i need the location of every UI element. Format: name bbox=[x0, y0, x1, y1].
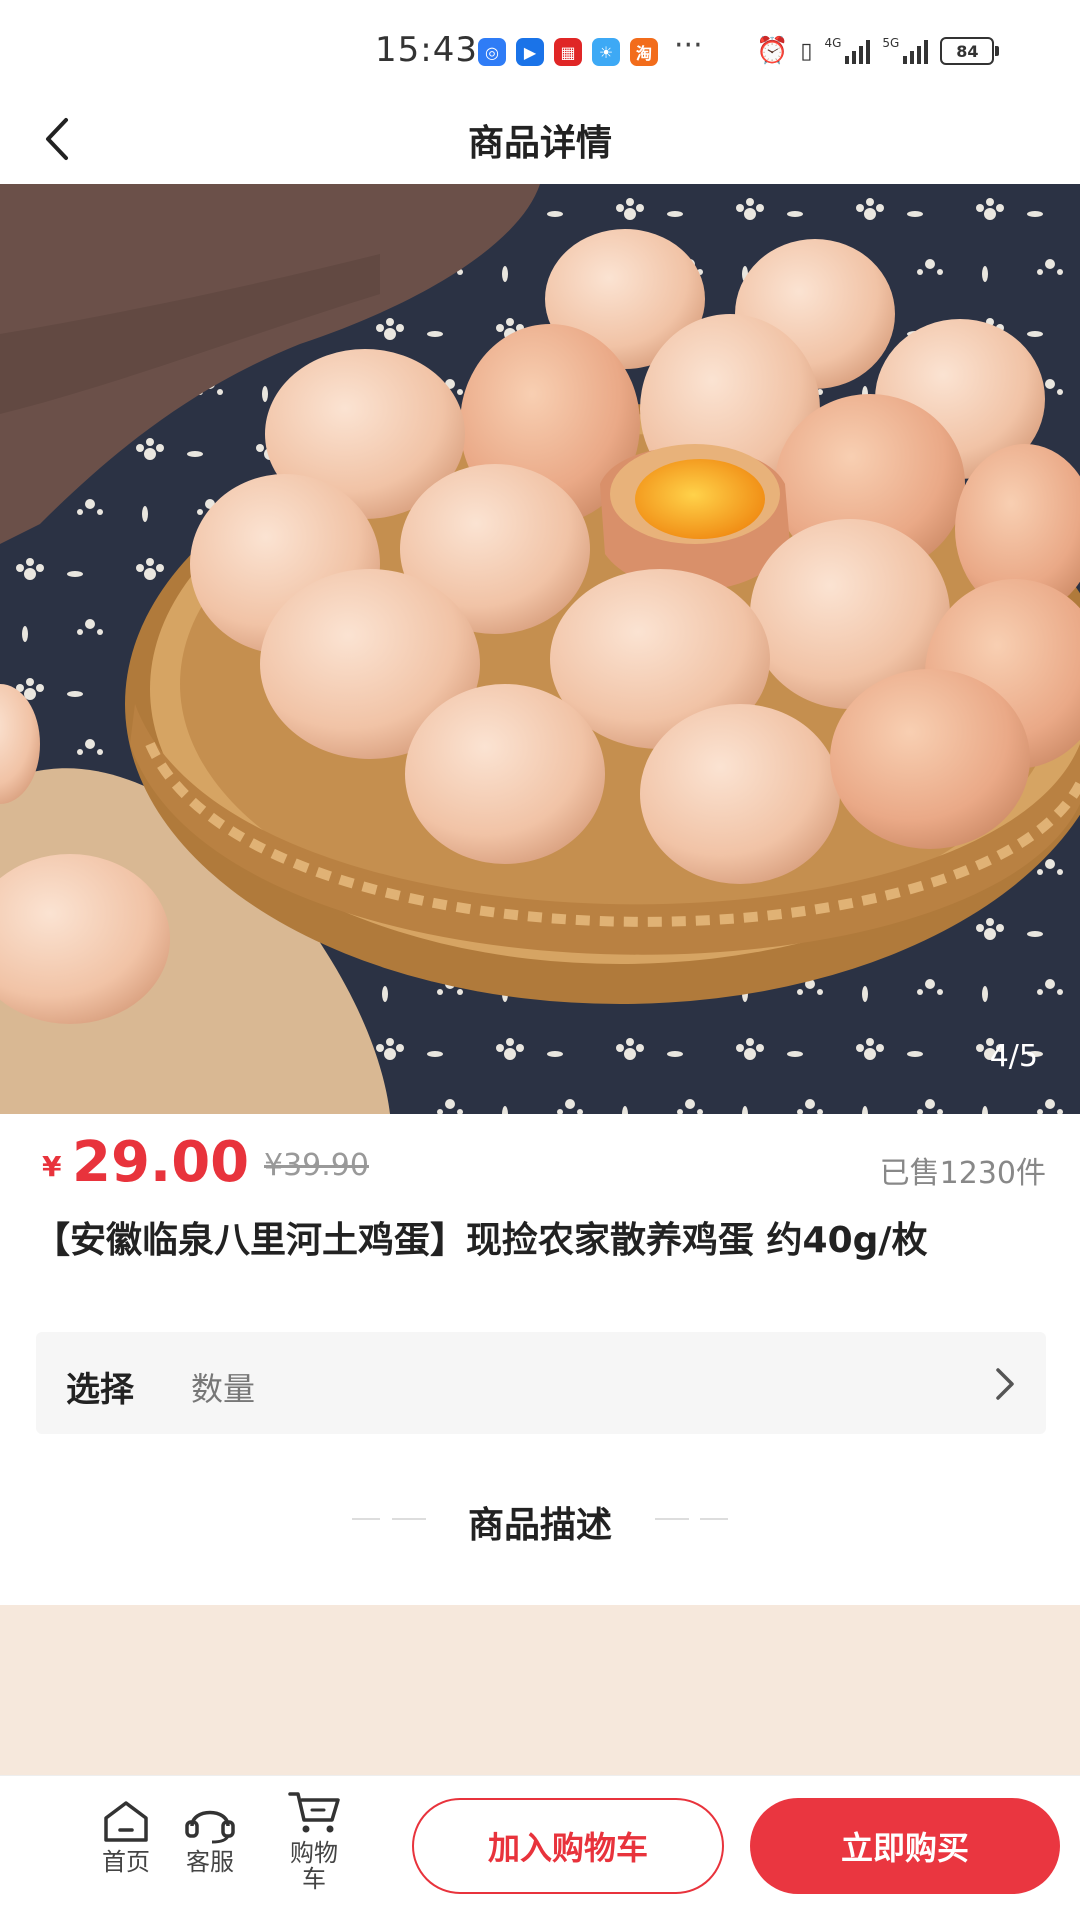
description-title: 商品描述 bbox=[467, 1505, 612, 1546]
navigation-bar: 商品详情 bbox=[0, 100, 1080, 184]
shopping-cart-icon bbox=[288, 1792, 340, 1833]
home-icon bbox=[104, 1801, 148, 1842]
app-notification-icon: ▶ bbox=[516, 38, 544, 66]
currency-symbol: ¥ bbox=[42, 1150, 62, 1183]
alarm-icon: ⏰ bbox=[756, 36, 789, 66]
buy-now-button[interactable]: 立即购买 bbox=[750, 1798, 1060, 1894]
original-price: ¥39.90 bbox=[264, 1148, 369, 1183]
current-price: 29.00 bbox=[72, 1130, 250, 1195]
sold-count: 已售1230件 bbox=[879, 1156, 1046, 1191]
image-counter: 4/5 bbox=[989, 1039, 1038, 1074]
divider bbox=[655, 1518, 689, 1520]
signal-icon bbox=[903, 38, 929, 64]
add-to-cart-button[interactable]: 加入购物车 bbox=[412, 1798, 724, 1894]
tab-service-label: 客服 bbox=[186, 1848, 234, 1876]
vibrate-icon: ▯ bbox=[800, 38, 813, 64]
tab-cart[interactable]: 购物车 bbox=[282, 1788, 346, 1892]
battery-icon: 84 bbox=[940, 37, 1000, 65]
tab-customer-service[interactable]: 客服 bbox=[180, 1798, 240, 1876]
select-value: 数量 bbox=[191, 1370, 256, 1408]
more-notifications-icon: ··· bbox=[674, 28, 703, 63]
divider bbox=[352, 1518, 380, 1520]
status-bar: 15:43 ◎ ▶ ▦ ☀ 淘 ··· ⏰ ▯ 4G 5G 84 bbox=[0, 0, 1080, 100]
product-title: 【安徽临泉八里河土鸡蛋】现捡农家散养鸡蛋 约40g/枚 bbox=[34, 1220, 928, 1261]
status-time: 15:43 bbox=[375, 30, 478, 70]
tab-cart-label: 购物车 bbox=[290, 1839, 338, 1893]
description-header: 商品描述 bbox=[0, 1490, 1080, 1546]
divider bbox=[700, 1518, 728, 1520]
network-5g-label: 5G bbox=[882, 36, 900, 50]
description-image bbox=[0, 1605, 1080, 1780]
product-image-carousel[interactable]: 4/5 bbox=[0, 184, 1080, 1114]
system-icons: ⏰ ▯ 4G 5G 84 bbox=[756, 36, 1000, 66]
signal-icon bbox=[845, 38, 871, 64]
shopping-cart-app-icon: ▦ bbox=[554, 38, 582, 66]
tab-home-label: 首页 bbox=[102, 1848, 150, 1876]
price-row: ¥ 29.00 ¥39.90 已售1230件 bbox=[36, 1130, 1046, 1200]
app-notification-icon: ◎ bbox=[478, 38, 506, 66]
tab-home[interactable]: 首页 bbox=[96, 1798, 156, 1876]
chevron-right-icon bbox=[996, 1368, 1014, 1400]
page-title: 商品详情 bbox=[467, 123, 612, 164]
product-photo bbox=[0, 184, 1080, 1114]
headset-icon bbox=[185, 1810, 235, 1844]
bottom-action-bar: 首页 客服 购物车 加入购物车 立即购买 bbox=[0, 1775, 1080, 1921]
battery-level: 84 bbox=[956, 41, 979, 61]
select-quantity-row[interactable]: 选择 数量 bbox=[36, 1332, 1046, 1434]
network-4g-label: 4G bbox=[824, 36, 842, 50]
notification-icons: ◎ ▶ ▦ ☀ 淘 bbox=[478, 38, 658, 66]
weather-app-icon: ☀ bbox=[592, 38, 620, 66]
select-label: 选择 bbox=[66, 1370, 134, 1410]
divider bbox=[392, 1518, 426, 1520]
taobao-app-icon: 淘 bbox=[630, 38, 658, 66]
